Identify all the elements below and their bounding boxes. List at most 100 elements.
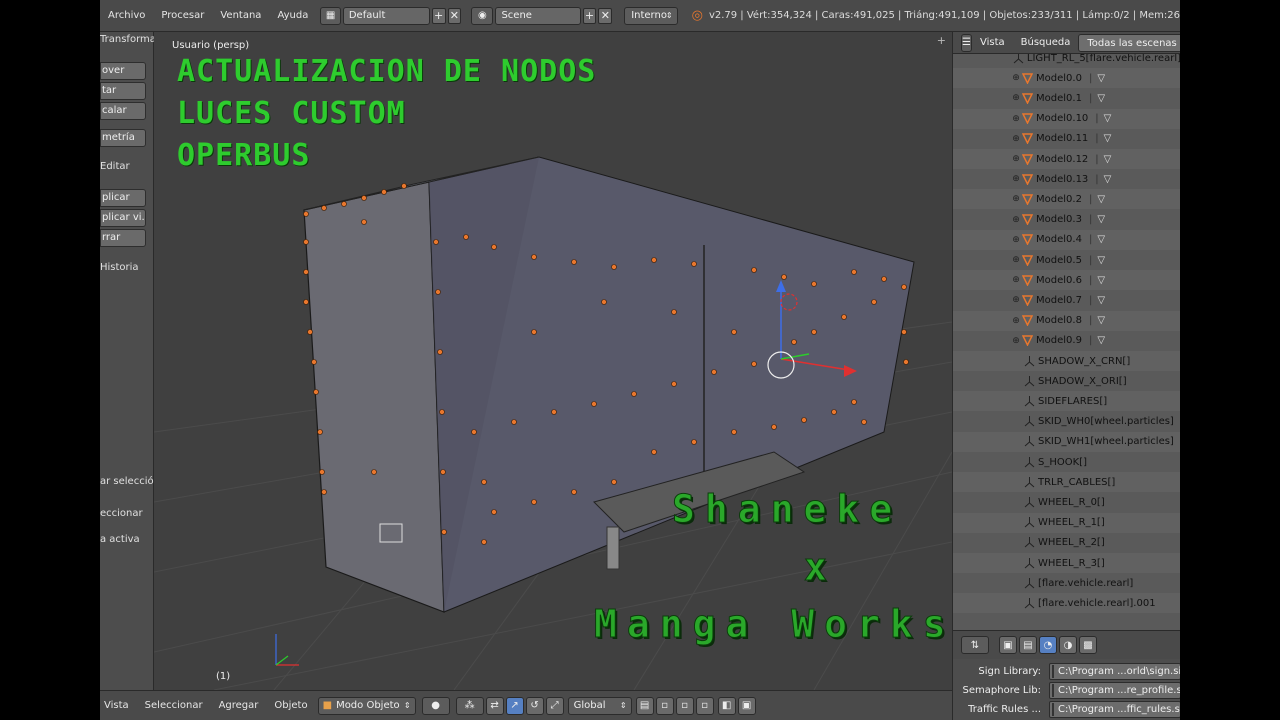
render-preview-icon[interactable]: ◧ (717, 696, 736, 715)
expand-icon[interactable]: ⊕ (1011, 114, 1021, 124)
expand-icon[interactable]: ⊕ (1011, 235, 1021, 245)
mesh-data-icon[interactable]: ▽ (1097, 275, 1105, 286)
outliner-row[interactable]: ⊕ Model0.1 | ▽ (953, 88, 1180, 108)
edit-panel-header[interactable]: Editar (100, 161, 130, 172)
outliner-tab-vista[interactable]: Vista (972, 34, 1013, 52)
select-panel-header[interactable]: ar selección (100, 476, 160, 487)
outliner-row[interactable]: ⊕ Model0.5 | ▽ (953, 250, 1180, 270)
menu-agregar[interactable]: Agregar (211, 700, 267, 711)
file-browse-icon[interactable] (1052, 664, 1054, 678)
history-panel-header[interactable]: Historia (100, 262, 139, 273)
render-engine-select[interactable]: Interno ⇕ (624, 6, 678, 25)
expand-icon[interactable]: ⊕ (1011, 93, 1021, 103)
mesh-data-icon[interactable]: ▽ (1097, 93, 1105, 104)
menu-archivo[interactable]: Archivo (100, 10, 153, 21)
outliner-row[interactable]: ⊕ Model0.8 | ▽ (953, 310, 1180, 331)
outliner-row[interactable]: ⊕ Model0.12 | ▽ (953, 149, 1180, 169)
pivot-point-select[interactable]: ⁂ (455, 696, 484, 715)
outliner-row[interactable]: S_HOOK[] (953, 452, 1180, 472)
render-tab-icon[interactable]: ▣ (999, 636, 1017, 654)
outliner-row[interactable]: ⊕ Model0.2 | ▽ (953, 189, 1180, 210)
scene-icon[interactable]: ◉ (471, 6, 494, 25)
editor-type-icon[interactable]: ⇅ (961, 636, 989, 654)
file-browse-icon[interactable] (1052, 683, 1054, 697)
layout-name-field[interactable]: Default (342, 6, 430, 25)
outliner-row[interactable]: SKID_WH1[wheel.particles] (953, 431, 1180, 452)
mesh-data-icon[interactable]: ▽ (1097, 295, 1105, 306)
outliner-row[interactable]: SKID_WH0[wheel.particles] (953, 412, 1180, 432)
expand-icon[interactable]: ⊕ (1011, 194, 1021, 204)
outliner-row[interactable]: ⊕ Model0.7 | ▽ (953, 290, 1180, 310)
mesh-data-icon[interactable]: ▽ (1097, 234, 1105, 245)
region-toggle-icon[interactable]: + (937, 34, 946, 47)
outliner-row[interactable]: [flare.vehicle.rearl].001 (953, 593, 1180, 614)
mesh-data-icon[interactable]: ▽ (1104, 154, 1112, 165)
apply-button[interactable]: plicar (100, 189, 146, 207)
outliner-row[interactable]: [flare.vehicle.rearl] (953, 573, 1180, 593)
add-scene-button[interactable]: + (582, 7, 597, 24)
mesh-data-icon[interactable]: ▽ (1097, 255, 1105, 266)
mesh-data-icon[interactable]: ▽ (1097, 315, 1105, 326)
outliner-row[interactable]: SHADOW_X_ORI[] (953, 371, 1180, 391)
mesh-data-icon[interactable]: ▽ (1097, 214, 1105, 225)
menu-procesar[interactable]: Procesar (153, 10, 212, 21)
camera-icon[interactable]: ▣ (737, 696, 756, 715)
outliner-row[interactable]: WHEEL_R_0[] (953, 492, 1180, 512)
menu-ayuda[interactable]: Ayuda (269, 10, 316, 21)
world-tab-icon[interactable]: ◑ (1059, 636, 1077, 654)
editor-type-icon[interactable]: ☰ (961, 33, 972, 52)
trailer-mesh[interactable] (303, 156, 915, 613)
file-browse-icon[interactable] (1052, 702, 1054, 716)
transform-panel-header[interactable]: Transforma (100, 34, 156, 45)
mesh-data-icon[interactable]: ▽ (1097, 335, 1105, 346)
geometry-button[interactable]: metría (100, 129, 146, 147)
menu-ventana[interactable]: Ventana (212, 10, 269, 21)
expand-icon[interactable]: ⊕ (1011, 134, 1021, 144)
outliner-row[interactable]: ⊕ Model0.13 | ▽ (953, 169, 1180, 189)
select-option-text[interactable]: eccionar (100, 508, 143, 519)
expand-icon[interactable]: ⊕ (1011, 255, 1021, 265)
expand-icon[interactable]: ⊕ (1011, 336, 1021, 346)
outliner-row[interactable]: LIGHT_RL_5[flare.vehicle.rearl] (953, 54, 1180, 68)
outliner-row[interactable]: ⊕ Model0.11 | ▽ (953, 129, 1180, 149)
expand-icon[interactable]: ⊕ (1011, 295, 1021, 305)
traffic-rules-field[interactable]: C:\Program ...ffic_rules.sii (1049, 700, 1180, 718)
outliner-tree[interactable]: LIGHT_RL_5[flare.vehicle.rearl] ⊕ Model0.0… (953, 54, 1180, 630)
scale-button[interactable]: calar (100, 102, 146, 120)
screen-layout-icon[interactable]: ▦ (320, 6, 341, 25)
sign-library-field[interactable]: C:\Program ...orld\sign.sii (1049, 662, 1180, 680)
mesh-data-icon[interactable]: ▽ (1097, 73, 1105, 84)
interaction-mode-select[interactable]: ■ Modo Objeto ⇕ (317, 696, 416, 715)
viewport-shading-select[interactable]: ● (421, 696, 450, 715)
mesh-data-icon[interactable]: ▽ (1104, 133, 1112, 144)
outliner-row[interactable]: WHEEL_R_1[] (953, 512, 1180, 533)
expand-icon[interactable]: ⊕ (1011, 275, 1021, 285)
layer-1-icon[interactable]: ▫ (655, 696, 674, 715)
remove-scene-button[interactable]: ✕ (598, 7, 613, 24)
expand-icon[interactable]: ⊕ (1011, 73, 1021, 83)
outliner-row[interactable]: WHEEL_R_3[] (953, 553, 1180, 573)
manipulator-toggle-icon[interactable]: ⇄ (485, 696, 504, 715)
layer-3-icon[interactable]: ▫ (695, 696, 714, 715)
menu-vista[interactable]: Vista (100, 700, 137, 711)
outliner-row[interactable]: TRLR_CABLES[] (953, 472, 1180, 493)
outliner-row[interactable]: ⊕ Model0.10 | ▽ (953, 108, 1180, 129)
mesh-data-icon[interactable]: ▽ (1104, 174, 1112, 185)
outliner-row[interactable]: ⊕ Model0.0 | ▽ (953, 68, 1180, 89)
outliner-row[interactable]: ⊕ Model0.3 | ▽ (953, 210, 1180, 230)
semaphore-lib-field[interactable]: C:\Program ...re_profile.sii (1049, 681, 1180, 699)
outliner-tab-busqueda[interactable]: Búsqueda (1013, 34, 1079, 52)
scale-manipulator-icon[interactable]: ⤢ (545, 696, 564, 715)
scene-name-field[interactable]: Scene (495, 6, 581, 25)
outliner-tab-todas-escenas[interactable]: Todas las escenas (1078, 33, 1180, 52)
outliner-row[interactable]: WHEEL_R_2[] (953, 533, 1180, 553)
render-layers-tab-icon[interactable]: ▤ (1019, 636, 1037, 654)
outliner-row[interactable]: SHADOW_X_CRN[] (953, 351, 1180, 371)
outliner-row[interactable]: ⊕ Model0.4 | ▽ (953, 229, 1180, 250)
menu-objeto[interactable]: Objeto (266, 700, 315, 711)
transform-orientation-select[interactable]: Global ⇕ (567, 696, 632, 715)
layer-2-icon[interactable]: ▫ (675, 696, 694, 715)
layers-icon[interactable]: ▤ (635, 696, 654, 715)
remove-layout-button[interactable]: ✕ (447, 7, 462, 24)
texture-tab-icon[interactable]: ▩ (1079, 636, 1097, 654)
